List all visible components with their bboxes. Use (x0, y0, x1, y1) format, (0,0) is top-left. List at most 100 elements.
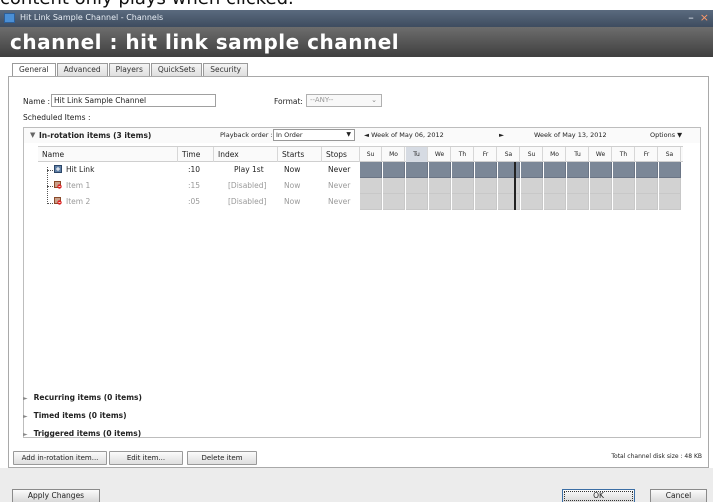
calendar-cell[interactable] (360, 178, 382, 194)
recurring-items-title: Recurring items (0 items) (33, 393, 142, 402)
playback-order-select[interactable]: In Order ▼ (273, 129, 355, 141)
calendar-cell[interactable] (498, 178, 520, 194)
calendar-cell[interactable] (567, 178, 589, 194)
calendar-cell[interactable] (429, 194, 451, 210)
name-input[interactable]: Hit Link Sample Channel (51, 94, 216, 107)
calendar-cell[interactable] (475, 194, 497, 210)
calendar-cell[interactable] (636, 162, 658, 178)
timed-items-header[interactable]: ► Timed items (0 items) (23, 411, 127, 420)
column-name[interactable]: Name (38, 147, 178, 162)
day-header: Mo (544, 147, 566, 162)
calendar-cell[interactable] (613, 194, 635, 210)
calendar-cell[interactable] (521, 162, 543, 178)
calendar-cell[interactable] (406, 178, 428, 194)
day-header: Fr (636, 147, 658, 162)
calendar-row[interactable] (360, 162, 683, 178)
calendar-cell[interactable] (383, 162, 405, 178)
calendar-cell[interactable] (521, 194, 543, 210)
calendar-cell[interactable] (544, 178, 566, 194)
calendar-cell[interactable] (383, 178, 405, 194)
table-row[interactable]: Item 2 :05 [Disabled] Now Never (38, 194, 360, 210)
column-header-row: Name Time Index Starts Stops Su Mo Tu We Th F… (38, 146, 683, 162)
apply-changes-button[interactable]: Apply Changes (12, 489, 100, 502)
calendar-cell[interactable] (567, 194, 589, 210)
calendar-cell[interactable] (475, 162, 497, 178)
calendar-cell[interactable] (659, 178, 681, 194)
calendar-cell[interactable] (452, 162, 474, 178)
calendar-cell[interactable] (383, 194, 405, 210)
row-index: [Disabled] (228, 181, 267, 190)
calendar-cell[interactable] (567, 162, 589, 178)
day-header: Sa (498, 147, 520, 162)
tab-quicksets[interactable]: QuickSets (150, 63, 203, 77)
row-index: Play 1st (234, 165, 264, 174)
calendar-row[interactable] (360, 194, 683, 210)
playback-order-label: Playback order : (220, 131, 273, 139)
calendar-cell[interactable] (429, 162, 451, 178)
general-panel: Name : Hit Link Sample Channel Format: -… (8, 76, 709, 468)
day-header: Th (452, 147, 474, 162)
calendar-cell[interactable] (613, 162, 635, 178)
calendar-cell[interactable] (613, 178, 635, 194)
chevron-down-icon: ▼ (346, 131, 351, 138)
triangle-collapsed-icon[interactable]: ► (23, 413, 28, 420)
playback-order-value: In Order (276, 131, 303, 139)
add-in-rotation-item-button[interactable]: Add in-rotation item... (13, 451, 107, 465)
calendar-cell[interactable] (452, 194, 474, 210)
table-row[interactable]: Hit Link :10 Play 1st Now Never (38, 162, 360, 178)
tab-advanced[interactable]: Advanced (56, 63, 108, 77)
channel-banner: channel : hit link sample channel (0, 27, 713, 57)
close-button[interactable]: × (700, 11, 709, 24)
calendar-cell[interactable] (498, 194, 520, 210)
triangle-collapsed-icon[interactable]: ► (23, 431, 28, 438)
format-select[interactable]: --ANY-- ⌄ (306, 94, 382, 107)
recurring-items-header[interactable]: ► Recurring items (0 items) (23, 393, 142, 402)
triangle-expanded-icon[interactable]: ▼ (30, 131, 35, 139)
calendar-cell[interactable] (452, 178, 474, 194)
calendar-cell[interactable] (406, 162, 428, 178)
tab-players[interactable]: Players (108, 63, 150, 77)
row-name-cell: Item 1 (54, 181, 90, 190)
edit-item-button[interactable]: Edit item... (109, 451, 183, 465)
ok-button[interactable]: OK (562, 489, 635, 502)
delete-item-button[interactable]: Delete item (187, 451, 257, 465)
in-rotation-header[interactable]: ▼ In-rotation items (3 items) Playback o… (24, 128, 700, 143)
calendar-cell[interactable] (544, 162, 566, 178)
calendar-cell[interactable] (406, 194, 428, 210)
calendar-cell[interactable] (498, 162, 520, 178)
calendar-cell[interactable] (521, 178, 543, 194)
row-name: Hit Link (66, 165, 95, 174)
calendar-cell[interactable] (590, 162, 612, 178)
calendar-cell[interactable] (360, 162, 382, 178)
minimize-button[interactable]: – (688, 11, 694, 24)
window-controls: – × (682, 11, 709, 24)
tab-security[interactable]: Security (203, 63, 249, 77)
triggered-items-header[interactable]: ► Triggered items (0 items) (23, 429, 141, 438)
name-label: Name : (23, 97, 51, 106)
calendar-row[interactable] (360, 178, 683, 194)
calendar-cell[interactable] (659, 194, 681, 210)
calendar-cell[interactable] (659, 162, 681, 178)
triangle-collapsed-icon[interactable]: ► (23, 395, 28, 402)
day-header: Sa (659, 147, 681, 162)
next-week-button[interactable]: ► (499, 131, 504, 139)
calendar-cell[interactable] (429, 178, 451, 194)
calendar-cell[interactable] (590, 194, 612, 210)
calendar-cell[interactable] (636, 178, 658, 194)
window-title: Hit Link Sample Channel - Channels (20, 13, 164, 22)
column-stops[interactable]: Stops (322, 147, 360, 162)
calendar-cell[interactable] (636, 194, 658, 210)
column-time[interactable]: Time (178, 147, 214, 162)
schedule-calendar-grid[interactable] (360, 162, 683, 210)
calendar-cell[interactable] (475, 178, 497, 194)
table-row[interactable]: Item 1 :15 [Disabled] Now Never (38, 178, 360, 194)
calendar-cell[interactable] (544, 194, 566, 210)
day-header: Fr (475, 147, 497, 162)
previous-week-button[interactable]: ◄ Week of May 06, 2012 (364, 131, 444, 139)
column-index[interactable]: Index (214, 147, 278, 162)
options-menu[interactable]: Options ▼ (650, 131, 682, 139)
calendar-cell[interactable] (590, 178, 612, 194)
cancel-button[interactable]: Cancel (650, 489, 707, 502)
column-starts[interactable]: Starts (278, 147, 322, 162)
calendar-cell[interactable] (360, 194, 382, 210)
